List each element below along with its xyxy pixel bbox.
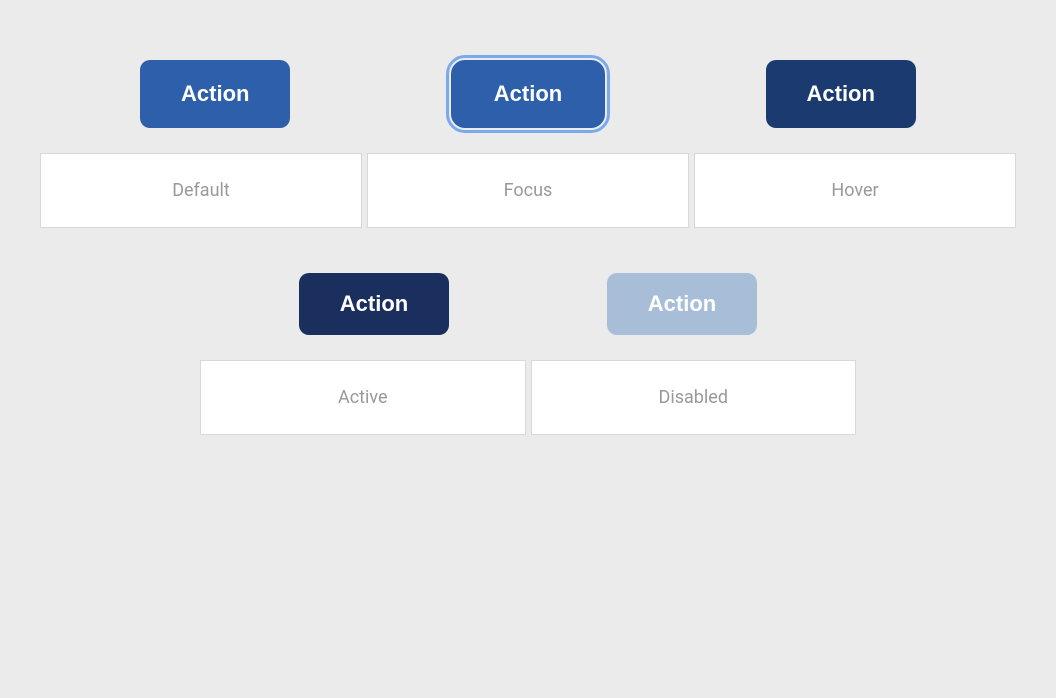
bottom-labels-row: Active Disabled: [0, 360, 1056, 435]
focus-button[interactable]: Action: [451, 60, 605, 128]
label-focus: Focus: [367, 153, 689, 228]
main-layout: Action Action Action Default Focus Hover…: [0, 0, 1056, 698]
label-default: Default: [40, 153, 362, 228]
label-focus-text: Focus: [504, 180, 553, 201]
label-disabled: Disabled: [531, 360, 857, 435]
label-disabled-text: Disabled: [659, 387, 728, 408]
hover-button[interactable]: Action: [766, 60, 916, 128]
label-hover-text: Hover: [831, 180, 878, 201]
active-button[interactable]: Action: [299, 273, 449, 335]
top-labels-row: Default Focus Hover: [0, 153, 1056, 228]
label-default-text: Default: [172, 180, 230, 201]
label-active: Active: [200, 360, 526, 435]
bottom-buttons-row: Action Action: [0, 233, 1056, 355]
top-buttons-row: Action Action Action: [0, 30, 1056, 148]
default-button[interactable]: Action: [140, 60, 290, 128]
disabled-button: Action: [607, 273, 757, 335]
label-hover: Hover: [694, 153, 1016, 228]
label-active-text: Active: [338, 387, 388, 408]
